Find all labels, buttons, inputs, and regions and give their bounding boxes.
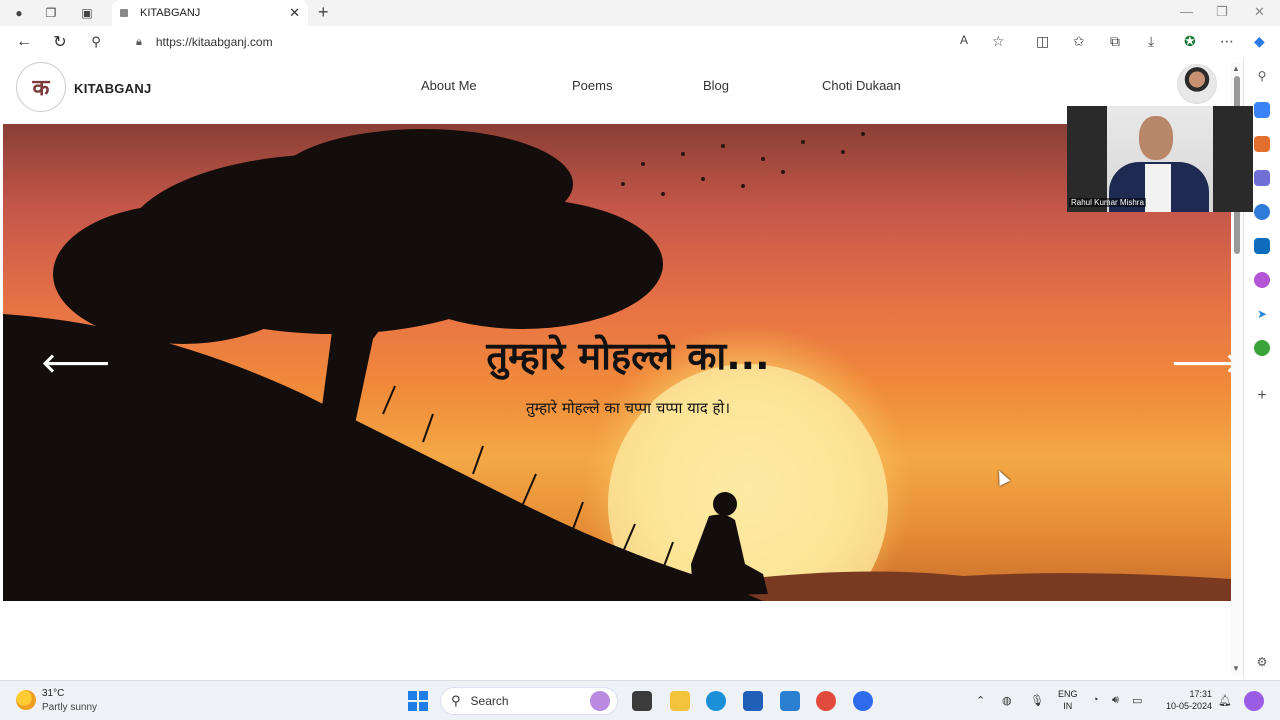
sidebar-tree-icon[interactable] [1254, 340, 1270, 356]
participant-name: Rahul Kumar Mishra [1069, 198, 1146, 207]
clock-date: 10-05-2024 [1165, 701, 1212, 711]
search-icon[interactable]: ⚲ [86, 32, 106, 52]
more-menu-icon[interactable]: ⋯ [1220, 33, 1234, 50]
copilot-tray-icon[interactable] [1244, 691, 1264, 711]
tab-title: KITABGANJ [140, 7, 201, 19]
sidebar-outlook-icon[interactable] [1254, 238, 1270, 254]
file-explorer-icon[interactable] [670, 691, 690, 711]
url-text: https://kitaabganj.com [155, 35, 273, 49]
sidebar-games-icon[interactable] [1254, 204, 1270, 220]
sidebar-settings-icon[interactable]: ⚙ [1254, 654, 1270, 670]
participant-shirt [1145, 164, 1171, 212]
profile-icon[interactable]: ● [10, 4, 28, 22]
nav-blog[interactable]: Blog [703, 78, 729, 93]
extension-icon[interactable]: ✪ [1184, 33, 1196, 50]
sidebar-send-icon[interactable]: ➤ [1254, 306, 1270, 322]
arrow-right-icon[interactable]: 🡒 [1171, 348, 1231, 379]
taskbar-search-label: Search [470, 694, 509, 708]
site-header: क KITABGANJ About Me Poems Blog Choti Du… [0, 58, 1243, 124]
nav-choti-dukaan[interactable]: Choti Dukaan [822, 78, 901, 93]
lang-code: ENG [1058, 689, 1078, 699]
microphone-icon[interactable]: 🎙︎ [1030, 694, 1044, 707]
refresh-icon[interactable]: ↻ [50, 32, 70, 52]
lock-icon[interactable]: 🔒︎ [136, 36, 142, 49]
hero-title: तुम्हारे मोहल्ले का... [486, 334, 770, 378]
address-bar[interactable]: 🔒︎ https://kitaabganj.com [124, 29, 1024, 55]
battery-icon[interactable]: ▭ [1132, 694, 1142, 707]
distant-hills [703, 571, 1231, 601]
store-icon[interactable] [743, 691, 763, 711]
back-icon[interactable]: ← [14, 32, 34, 52]
volume-icon[interactable]: 🔊︎ [1112, 694, 1119, 707]
sidebar-search-icon[interactable]: ⚲ [1254, 68, 1270, 84]
favorite-star-icon[interactable]: ☆ [992, 33, 1005, 50]
tab-actions-icon[interactable]: ▣ [78, 4, 96, 22]
taskview-icon[interactable] [632, 691, 652, 711]
split-screen-icon[interactable]: ◫ [1036, 33, 1049, 50]
close-window-icon[interactable]: ✕ [1254, 4, 1265, 20]
browser-titlebar: ● ❐ ▣ KITABGANJ ✕ + — ❐ ✕ [0, 0, 1280, 26]
sidebar-tag-icon[interactable] [1254, 102, 1270, 118]
chrome-icon[interactable] [816, 691, 836, 711]
new-tab-icon[interactable]: + [318, 2, 329, 23]
scroll-down-icon[interactable]: ▼ [1232, 664, 1240, 673]
birds [621, 132, 865, 196]
sidebar-shopping-icon[interactable] [1254, 136, 1270, 152]
nav-poems[interactable]: Poems [572, 78, 612, 93]
workspaces-icon[interactable]: ❐ [42, 4, 60, 22]
participant-head [1139, 116, 1173, 160]
tray-overflow-icon[interactable]: ⌃ [976, 694, 985, 707]
copilot-icon[interactable]: ◆ [1254, 33, 1265, 50]
browser-navbar: ← ↻ ⚲ 🔒︎ https://kitaabganj.com A ☆ ◫ ✩ … [0, 26, 1280, 58]
site-logo[interactable]: क [16, 62, 66, 112]
sidebar-designer-icon[interactable] [1254, 272, 1270, 288]
lang-region: IN [1063, 701, 1073, 711]
scroll-up-icon[interactable]: ▲ [1232, 64, 1240, 73]
clock-time: 17:31 [1189, 689, 1212, 699]
site-brand[interactable]: KITABGANJ [74, 81, 152, 96]
weather-description[interactable]: Partly sunny [42, 702, 97, 713]
system-clock[interactable]: 17:31 10-05-2024 [1158, 688, 1212, 712]
edge-icon[interactable] [706, 691, 726, 711]
minimize-icon[interactable]: — [1180, 4, 1193, 19]
copilot-taskbar-icon[interactable] [590, 691, 610, 711]
start-button[interactable] [408, 691, 428, 711]
avatar[interactable] [1177, 64, 1217, 104]
weather-temperature[interactable]: 31°C [42, 688, 64, 699]
favorites-icon[interactable]: ✩ [1073, 33, 1085, 50]
hero-carousel: तुम्हारे मोहल्ले का... तुम्हारे मोहल्ले … [3, 124, 1231, 601]
favicon-icon [120, 9, 128, 17]
weather-icon[interactable] [16, 690, 36, 710]
sidebar-add-icon[interactable]: + [1254, 387, 1270, 404]
vscode-icon[interactable] [780, 691, 800, 711]
maximize-icon[interactable]: ❐ [1216, 4, 1228, 20]
input-language[interactable]: ENG IN [1058, 688, 1078, 712]
downloads-icon[interactable]: ⤓ [1148, 33, 1154, 50]
notification-bell-icon[interactable]: 🔔︎ [1218, 694, 1232, 707]
arrow-left-icon[interactable]: 🡐 [41, 348, 111, 379]
collections-icon[interactable]: ⧉ [1110, 33, 1120, 50]
search-icon: ⚲ [451, 693, 461, 708]
video-call-overlay[interactable]: Rahul Kumar Mishra [1067, 106, 1253, 212]
security-icon[interactable]: ◍ [1002, 694, 1012, 707]
close-tab-icon[interactable]: ✕ [289, 5, 300, 21]
browser-tab[interactable]: KITABGANJ ✕ [112, 0, 308, 26]
wifi-icon[interactable]: ◔ [1092, 694, 1099, 706]
windows-taskbar: 31°C Partly sunny ⚲ Search ⌃ ◍ 🎙︎ ENG IN… [0, 680, 1280, 720]
sidebar-tools-icon[interactable] [1254, 170, 1270, 186]
read-aloud-icon[interactable]: A [960, 33, 968, 47]
zoom-icon[interactable] [853, 691, 873, 711]
nav-about-me[interactable]: About Me [421, 78, 477, 93]
hero-subtitle: तुम्हारे मोहल्ले का चप्पा चप्पा याद हो। [525, 399, 731, 417]
